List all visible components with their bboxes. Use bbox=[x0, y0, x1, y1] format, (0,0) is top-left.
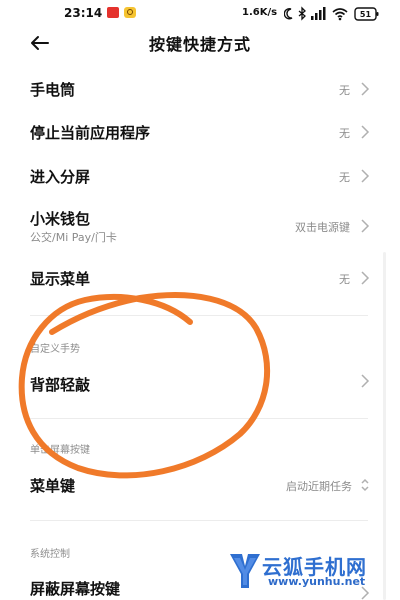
row-title: 背部轻敲 bbox=[30, 376, 91, 394]
row-value: 双击电源键 bbox=[295, 221, 350, 234]
section-header-custom-gesture: 自定义手势 bbox=[30, 344, 80, 355]
section-header-single-tap: 单击屏幕按键 bbox=[30, 445, 90, 456]
watermark: 云狐手机网 www.yunhu.net bbox=[224, 548, 394, 594]
moon-icon bbox=[284, 8, 293, 20]
watermark-url: www.yunhu.net bbox=[268, 575, 366, 588]
row-title: 菜单键 bbox=[30, 477, 76, 495]
notification-icon bbox=[107, 7, 119, 18]
status-bar: 23:14 1.6K/s 51 bbox=[0, 0, 400, 28]
cellular-signal-icon bbox=[311, 7, 326, 20]
section-divider bbox=[30, 418, 368, 419]
row-mi-wallet[interactable]: 小米钱包 公交/Mi Pay/门卡 双击电源键 bbox=[0, 204, 400, 248]
battery-level: 51 bbox=[360, 10, 372, 19]
chevron-up-down-icon bbox=[361, 478, 369, 492]
row-value: 启动近期任务 bbox=[286, 480, 352, 493]
row-title: 手电筒 bbox=[30, 81, 76, 99]
row-flashlight[interactable]: 手电筒 无 bbox=[0, 72, 400, 106]
row-value: 无 bbox=[339, 273, 350, 286]
battery-icon: 51 bbox=[354, 7, 379, 21]
row-subtitle: 公交/Mi Pay/门卡 bbox=[30, 231, 117, 244]
row-show-menu[interactable]: 显示菜单 无 bbox=[0, 262, 400, 296]
page-title: 按键快捷方式 bbox=[148, 35, 251, 54]
status-icons: 51 bbox=[284, 5, 394, 23]
section-divider bbox=[30, 315, 368, 316]
notification-icon-2 bbox=[124, 7, 136, 18]
row-title: 进入分屏 bbox=[30, 168, 91, 186]
bluetooth-icon bbox=[298, 6, 306, 21]
section-header-system-control: 系统控制 bbox=[30, 549, 70, 560]
row-title: 屏蔽屏幕按键 bbox=[30, 580, 121, 598]
row-stop-current-app[interactable]: 停止当前应用程序 无 bbox=[0, 116, 400, 150]
row-value: 无 bbox=[339, 127, 350, 140]
row-title: 停止当前应用程序 bbox=[30, 124, 151, 142]
row-title: 显示菜单 bbox=[30, 270, 91, 288]
fox-logo-icon bbox=[230, 554, 260, 588]
network-speed: 1.6K/s bbox=[242, 7, 278, 18]
chevron-right-icon bbox=[361, 82, 370, 96]
header: 按键快捷方式 bbox=[0, 28, 400, 62]
chevron-right-icon bbox=[361, 271, 370, 285]
status-time: 23:14 bbox=[64, 6, 103, 20]
chevron-right-icon bbox=[361, 169, 370, 183]
row-back-tap[interactable]: 背部轻敲 bbox=[0, 366, 400, 400]
chevron-right-icon bbox=[361, 374, 370, 388]
row-split-screen[interactable]: 进入分屏 无 bbox=[0, 160, 400, 194]
section-divider bbox=[30, 520, 368, 521]
wifi-icon bbox=[332, 8, 348, 21]
chevron-right-icon bbox=[361, 125, 370, 139]
row-menu-key[interactable]: 菜单键 启动近期任务 bbox=[0, 468, 400, 502]
chevron-right-icon bbox=[361, 219, 370, 233]
row-value: 无 bbox=[339, 171, 350, 184]
row-value: 无 bbox=[339, 84, 350, 97]
row-title: 小米钱包 bbox=[30, 210, 91, 228]
